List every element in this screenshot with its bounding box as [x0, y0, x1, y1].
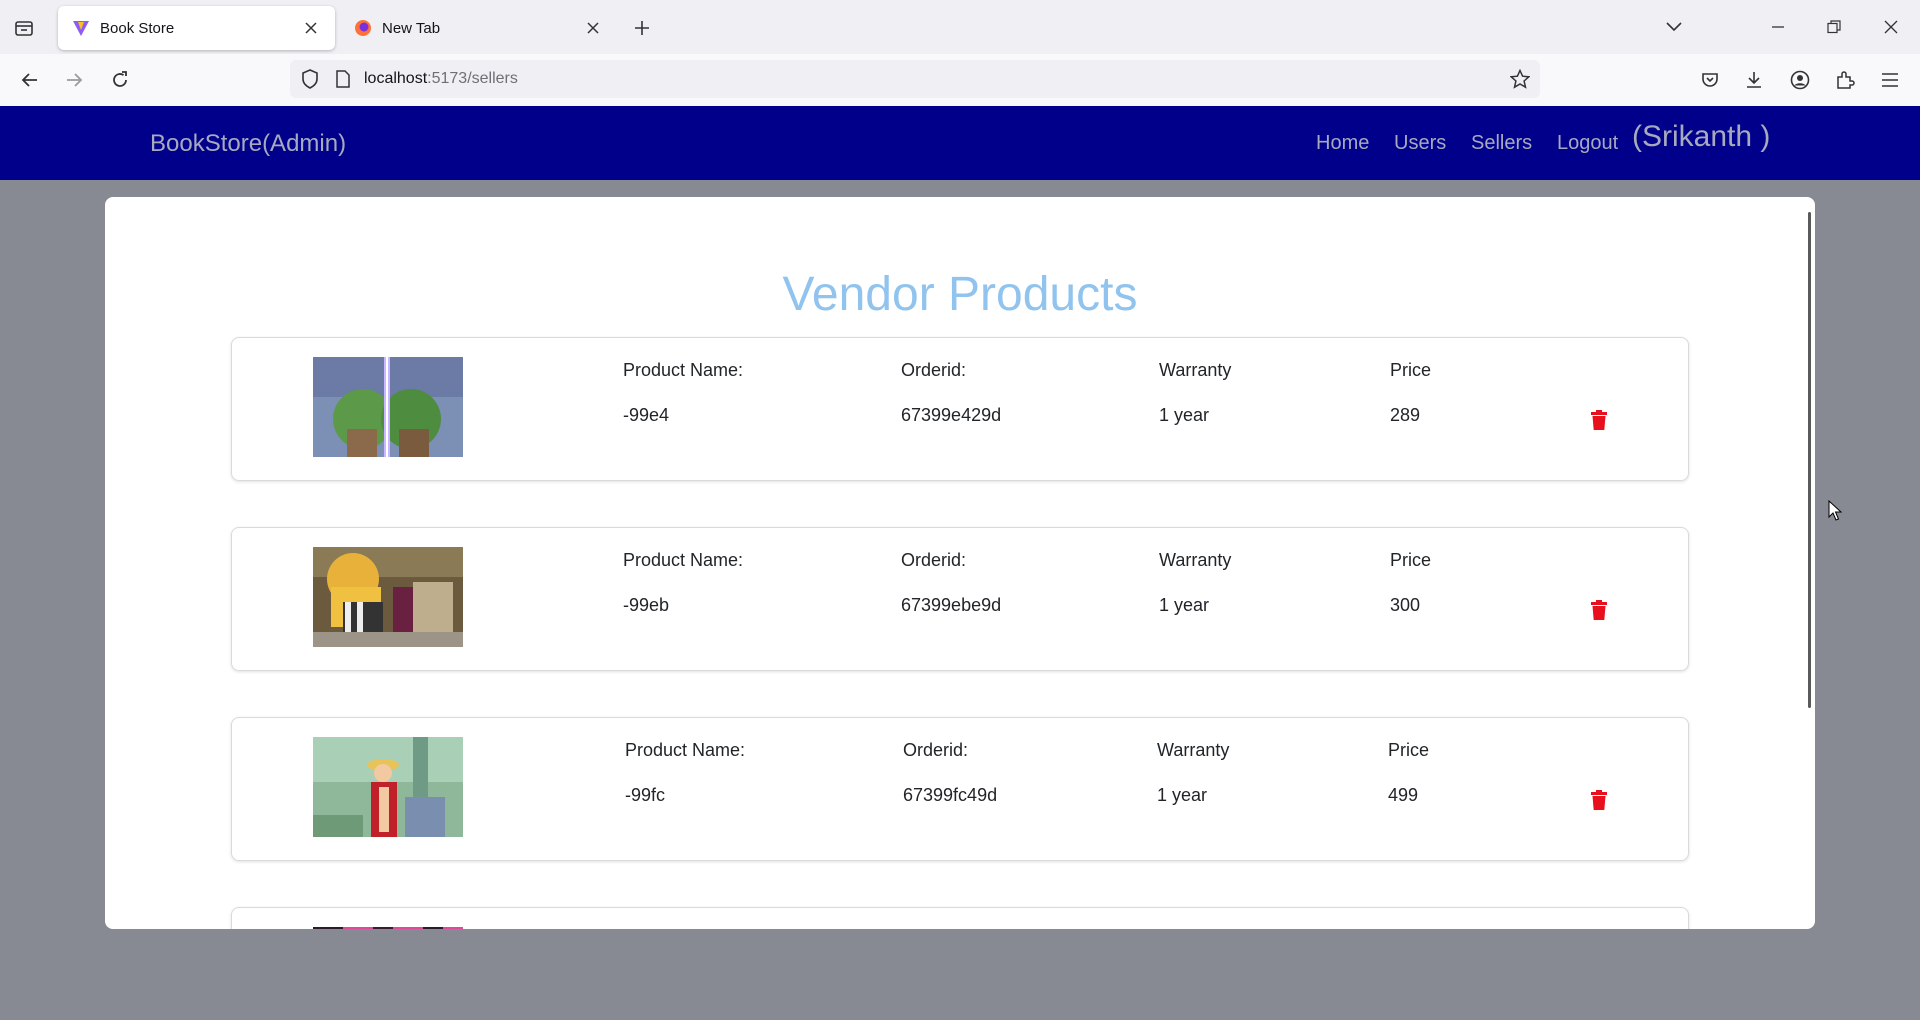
page-title: Vendor Products	[782, 268, 1138, 321]
orderid-label: Orderid:	[903, 740, 969, 760]
orderid-value: 67399ebe9d	[901, 595, 1002, 615]
nav-link-home[interactable]: Home	[1316, 132, 1369, 155]
price-label: Price	[1390, 360, 1432, 380]
product-image	[313, 927, 463, 929]
content-scrollbar[interactable]	[1808, 212, 1811, 708]
username-label: (Srikanth )	[1632, 120, 1771, 153]
close-tab-icon[interactable]	[301, 18, 321, 38]
close-tab-icon[interactable]	[583, 18, 603, 38]
product-card: Product Name: -99e4 Orderid: 67399e429d …	[231, 337, 1689, 481]
price-value: 289	[1390, 405, 1421, 425]
warranty-label: Warranty	[1157, 740, 1230, 760]
close-window-icon[interactable]	[1875, 12, 1907, 42]
menu-hamburger-icon[interactable]	[1874, 64, 1906, 96]
delete-trash-icon[interactable]	[1591, 600, 1607, 620]
nav-link-logout[interactable]: Logout	[1557, 132, 1618, 155]
orderid-value: 67399fc49d	[903, 785, 998, 805]
price-label: Price	[1388, 740, 1430, 760]
tab-new-tab[interactable]: New Tab	[340, 6, 617, 50]
product-name-label: Product Name:	[625, 740, 746, 760]
nav-link-users[interactable]: Users	[1394, 132, 1446, 155]
browser-tab-strip: Book Store New Tab	[0, 0, 1920, 54]
orderid-value: 67399e429d	[901, 405, 1002, 425]
price-value: 499	[1388, 785, 1419, 805]
delete-trash-icon[interactable]	[1591, 410, 1607, 430]
orderid-label: Orderid:	[901, 360, 967, 380]
mouse-cursor-icon	[1828, 499, 1843, 527]
delete-trash-icon[interactable]	[1591, 790, 1607, 810]
new-tab-plus-icon[interactable]	[628, 14, 656, 42]
forward-arrow-icon[interactable]	[58, 64, 90, 96]
browser-toolbar: localhost:5173/sellers	[0, 54, 1920, 107]
bookmark-star-icon[interactable]	[1509, 68, 1531, 94]
product-image	[313, 357, 463, 457]
app-navbar: BookStore(Admin) Home Users Sellers Logo…	[0, 106, 1920, 180]
product-name-value: -99eb	[623, 595, 670, 615]
product-image	[313, 547, 463, 647]
vendor-products-panel: Vendor Products Product Name: -99e4 Orde…	[105, 197, 1815, 929]
product-name-value: -99fc	[625, 785, 666, 805]
tab-title: New Tab	[382, 19, 441, 37]
brand-title[interactable]: BookStore(Admin)	[150, 130, 346, 158]
warranty-value: 1 year	[1159, 405, 1210, 425]
nav-link-sellers[interactable]: Sellers	[1471, 132, 1532, 155]
downloads-icon[interactable]	[1738, 64, 1770, 96]
minimize-icon[interactable]	[1762, 12, 1794, 42]
orderid-label: Orderid:	[901, 550, 967, 570]
tab-list-icon[interactable]	[10, 14, 38, 42]
warranty-value: 1 year	[1159, 595, 1210, 615]
warranty-value: 1 year	[1157, 785, 1208, 805]
warranty-label: Warranty	[1159, 360, 1232, 380]
url-host: localhost	[364, 70, 428, 87]
reload-icon[interactable]	[104, 64, 136, 96]
product-name-value: -99e4	[623, 405, 670, 425]
warranty-label: Warranty	[1159, 550, 1232, 570]
tab-title: Book Store	[100, 19, 175, 37]
price-label: Price	[1390, 550, 1432, 570]
url-path: :5173/sellers	[427, 70, 518, 87]
page-info-icon[interactable]	[334, 70, 352, 88]
price-value: 300	[1390, 595, 1421, 615]
url-text[interactable]: localhost:5173/sellers	[364, 70, 518, 88]
product-card	[231, 907, 1689, 929]
restore-icon[interactable]	[1818, 12, 1850, 42]
firefox-logo-icon	[354, 19, 372, 37]
product-card: Product Name: -99eb Orderid: 67399ebe9d …	[231, 527, 1689, 671]
product-card: Product Name: -99fc Orderid: 67399fc49d …	[231, 717, 1689, 861]
back-arrow-icon[interactable]	[14, 64, 46, 96]
vite-logo-icon	[72, 19, 90, 37]
product-name-label: Product Name:	[623, 550, 744, 570]
tab-book-store[interactable]: Book Store	[58, 6, 335, 50]
shield-icon[interactable]	[300, 69, 320, 89]
account-icon[interactable]	[1784, 64, 1816, 96]
address-bar[interactable]: localhost:5173/sellers	[290, 60, 1540, 98]
list-all-tabs-chevron-icon[interactable]	[1658, 12, 1690, 42]
product-image	[313, 737, 463, 837]
extensions-icon[interactable]	[1829, 64, 1861, 96]
product-name-label: Product Name:	[623, 360, 744, 380]
pocket-icon[interactable]	[1694, 64, 1726, 96]
